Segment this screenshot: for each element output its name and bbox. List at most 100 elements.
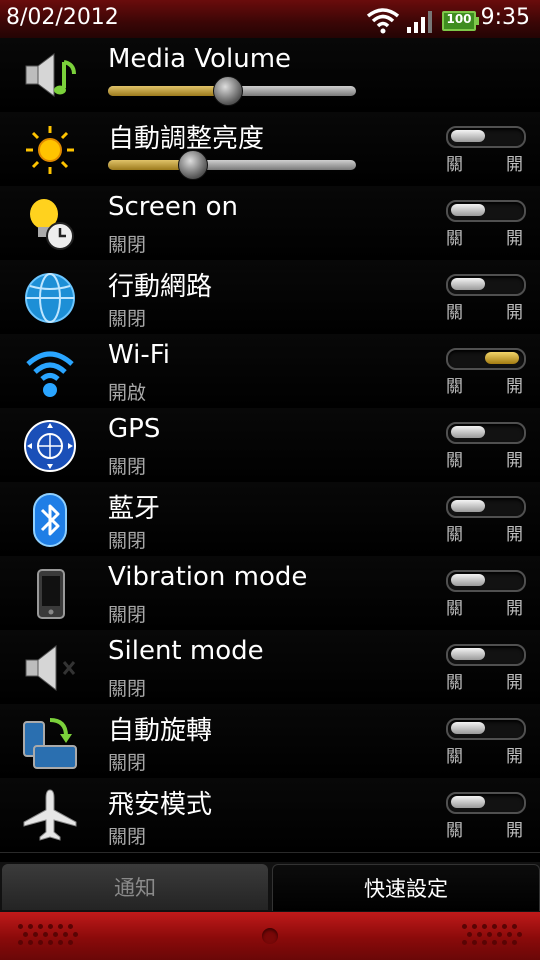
toggle-off-label: 關 bbox=[446, 525, 463, 545]
auto-rotate-label: 自動旋轉 bbox=[108, 716, 213, 746]
silent-mode-toggle[interactable] bbox=[446, 644, 526, 666]
speaker-mute-icon bbox=[25, 644, 76, 692]
bulb-clock-icon bbox=[30, 199, 74, 250]
bluetooth-row[interactable]: 藍牙 關閉 關 開 bbox=[0, 482, 540, 557]
battery-icon: 100 bbox=[442, 11, 479, 31]
toggle-off-label: 關 bbox=[446, 821, 463, 841]
grip-dot bbox=[512, 924, 517, 929]
toggle-off-label: 關 bbox=[446, 599, 463, 619]
slider-fill bbox=[108, 86, 228, 96]
toggle-on-label: 開 bbox=[506, 155, 523, 175]
auto-rotate-toggle[interactable] bbox=[446, 718, 526, 740]
bluetooth-icon bbox=[33, 493, 67, 547]
battery-level: 100 bbox=[446, 12, 472, 26]
media-volume-label: Media Volume bbox=[108, 44, 292, 74]
wifi-status-icon bbox=[366, 8, 400, 34]
toggle-knob bbox=[451, 204, 485, 216]
grip-dot bbox=[502, 940, 507, 945]
airplane-mode-toggle[interactable] bbox=[446, 792, 526, 814]
toggle-knob bbox=[485, 352, 519, 364]
wifi-row[interactable]: Wi-Fi 開啟 關 開 bbox=[0, 334, 540, 409]
mobile-network-toggle[interactable] bbox=[446, 274, 526, 296]
toggle-knob bbox=[451, 722, 485, 734]
grip-dot bbox=[23, 932, 28, 937]
drag-handle-icon[interactable] bbox=[262, 928, 278, 944]
slider-thumb[interactable] bbox=[178, 150, 209, 180]
slider-thumb[interactable] bbox=[213, 76, 244, 106]
auto-brightness-toggle[interactable] bbox=[446, 126, 526, 148]
toggle-on-label: 開 bbox=[506, 525, 523, 545]
toggle-knob bbox=[451, 574, 485, 586]
toggle-off-label: 關 bbox=[446, 747, 463, 767]
grip-dots-left bbox=[18, 924, 78, 946]
grip-dot bbox=[33, 932, 38, 937]
grip-dot bbox=[467, 932, 472, 937]
screen-on-toggle[interactable] bbox=[446, 200, 526, 222]
media-volume-row: Media Volume bbox=[0, 38, 540, 113]
grip-dot bbox=[68, 924, 73, 929]
toggle-on-label: 開 bbox=[506, 303, 523, 323]
airplane-mode-label: 飛安模式 bbox=[108, 790, 213, 820]
silent-mode-status: 關閉 bbox=[108, 678, 147, 700]
status-date: 8/02/2012 bbox=[6, 5, 119, 30]
wifi-icon bbox=[26, 351, 74, 397]
tab-notifications[interactable]: 通知 bbox=[2, 864, 268, 910]
sun-icon bbox=[26, 126, 74, 174]
speaker-music-icon bbox=[25, 53, 76, 97]
notification-drawer-handle[interactable] bbox=[0, 912, 540, 960]
gps-row[interactable]: GPS 關閉 關 開 bbox=[0, 408, 540, 483]
vibration-mode-row[interactable]: Vibration mode 關閉 關 開 bbox=[0, 556, 540, 631]
toggle-knob bbox=[451, 130, 485, 142]
grip-dot bbox=[68, 940, 73, 945]
vibration-mode-toggle[interactable] bbox=[446, 570, 526, 592]
grip-dot bbox=[487, 932, 492, 937]
globe-icon bbox=[25, 273, 75, 323]
toggle-off-label: 關 bbox=[446, 451, 463, 471]
screen-on-status: 關閉 bbox=[108, 234, 147, 256]
wifi-label: Wi-Fi bbox=[108, 340, 171, 370]
screen-on-row[interactable]: Screen on 關閉 關 開 bbox=[0, 186, 540, 261]
grip-dot bbox=[502, 924, 507, 929]
signal-strength-icon bbox=[407, 11, 432, 33]
status-time: 9:35 bbox=[480, 5, 530, 30]
gps-toggle[interactable] bbox=[446, 422, 526, 444]
vibration-mode-status: 關閉 bbox=[108, 604, 147, 626]
toggle-on-label: 開 bbox=[506, 747, 523, 767]
toggle-off-label: 關 bbox=[446, 155, 463, 175]
grip-dot bbox=[58, 924, 63, 929]
airplane-mode-row[interactable]: 飛安模式 關閉 關 開 bbox=[0, 778, 540, 853]
bluetooth-toggle[interactable] bbox=[446, 496, 526, 518]
grip-dot bbox=[462, 940, 467, 945]
auto-brightness-label: 自動調整亮度 bbox=[108, 124, 265, 154]
grip-dot bbox=[28, 924, 33, 929]
grip-dot bbox=[48, 924, 53, 929]
grip-dot bbox=[492, 924, 497, 929]
grip-dot bbox=[38, 940, 43, 945]
toggle-on-label: 開 bbox=[506, 377, 523, 397]
toggle-off-label: 關 bbox=[446, 303, 463, 323]
brightness-slider[interactable] bbox=[108, 150, 356, 180]
grip-dot bbox=[477, 932, 482, 937]
grip-dot bbox=[482, 940, 487, 945]
grip-dot bbox=[517, 932, 522, 937]
bluetooth-label: 藍牙 bbox=[108, 494, 161, 524]
brightness-row: 自動調整亮度 關 開 bbox=[0, 112, 540, 187]
tab-quick-settings[interactable]: 快速設定 bbox=[272, 864, 540, 911]
wifi-toggle[interactable] bbox=[446, 348, 526, 370]
grip-dot bbox=[53, 932, 58, 937]
grip-dot bbox=[38, 924, 43, 929]
grip-dot bbox=[48, 940, 53, 945]
grip-dot bbox=[58, 940, 63, 945]
auto-rotate-row[interactable]: 自動旋轉 關閉 關 開 bbox=[0, 704, 540, 779]
gps-icon bbox=[24, 420, 76, 472]
toggle-off-label: 關 bbox=[446, 377, 463, 397]
grip-dot bbox=[472, 940, 477, 945]
grip-dot bbox=[63, 932, 68, 937]
silent-mode-row[interactable]: Silent mode 關閉 關 開 bbox=[0, 630, 540, 705]
toggle-knob bbox=[451, 796, 485, 808]
media-volume-slider[interactable] bbox=[108, 76, 356, 106]
mobile-network-row[interactable]: 行動網路 關閉 關 開 bbox=[0, 260, 540, 335]
rotate-screen-icon bbox=[23, 718, 77, 769]
toggle-knob bbox=[451, 278, 485, 290]
mobile-network-label: 行動網路 bbox=[108, 272, 213, 302]
